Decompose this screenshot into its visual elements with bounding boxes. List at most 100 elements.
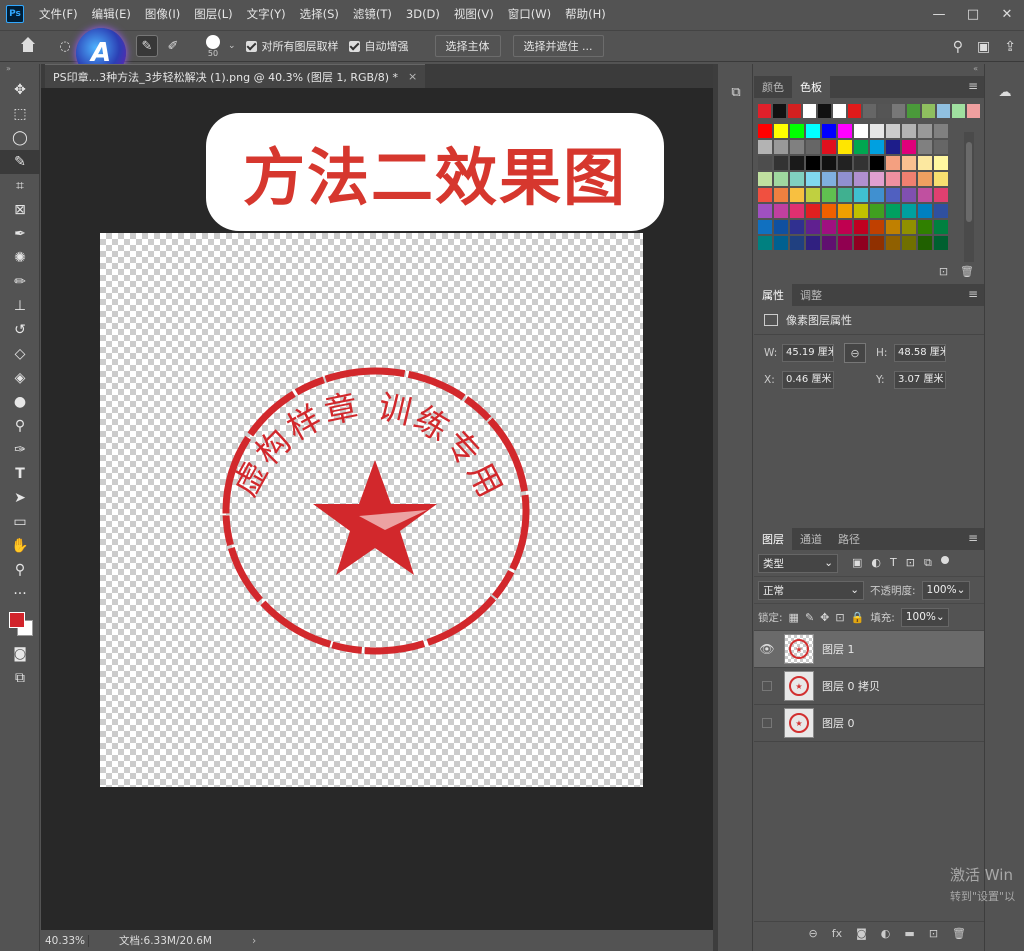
swatch[interactable] bbox=[806, 140, 820, 154]
swatch[interactable] bbox=[758, 156, 772, 170]
swatch[interactable] bbox=[806, 124, 820, 138]
swatch[interactable] bbox=[758, 104, 771, 118]
swatch[interactable] bbox=[934, 172, 948, 186]
visibility-toggle[interactable] bbox=[754, 718, 780, 728]
swatch[interactable] bbox=[862, 104, 876, 118]
swatch[interactable] bbox=[918, 236, 932, 250]
select-subject-button[interactable]: 选择主体 bbox=[434, 35, 501, 57]
swatch[interactable] bbox=[806, 188, 820, 202]
menu-3d[interactable]: 3D(D) bbox=[399, 7, 447, 21]
brush-tool-icon[interactable]: ✏ bbox=[0, 270, 40, 294]
swatch[interactable] bbox=[918, 188, 932, 202]
swatch[interactable] bbox=[854, 124, 868, 138]
new-group-icon[interactable]: ▬ bbox=[904, 927, 914, 940]
swatch[interactable] bbox=[758, 204, 772, 218]
fill-field[interactable]: 100% ⌄ bbox=[900, 607, 949, 627]
chevron-down-icon[interactable]: ⌄ bbox=[228, 41, 236, 51]
swatch[interactable] bbox=[886, 140, 900, 154]
swatch[interactable] bbox=[886, 220, 900, 234]
brush-preset-picker[interactable]: 50 bbox=[198, 32, 228, 60]
swatch[interactable] bbox=[934, 204, 948, 218]
layer-name[interactable]: 图层 0 拷贝 bbox=[822, 678, 880, 694]
trash-icon[interactable]: 🗑 bbox=[960, 265, 974, 278]
color-swatch-pair[interactable] bbox=[0, 606, 40, 642]
new-swatch-icon[interactable]: ⊡ bbox=[939, 265, 948, 278]
menu-type[interactable]: 文字(Y) bbox=[240, 6, 293, 22]
swatch[interactable] bbox=[774, 236, 788, 250]
swatch[interactable] bbox=[854, 156, 868, 170]
swatch[interactable] bbox=[886, 204, 900, 218]
creative-cloud-icon[interactable]: ☁ bbox=[985, 78, 1024, 106]
swatch[interactable] bbox=[817, 104, 831, 118]
swatch[interactable] bbox=[822, 124, 836, 138]
swatch[interactable] bbox=[838, 204, 852, 218]
swatch[interactable] bbox=[918, 204, 932, 218]
lock-pixels-icon[interactable]: ✎ bbox=[805, 611, 814, 624]
swatch[interactable] bbox=[806, 220, 820, 234]
swatch[interactable] bbox=[758, 124, 772, 138]
swatch[interactable] bbox=[838, 188, 852, 202]
link-layers-icon[interactable]: ⊖ bbox=[809, 927, 818, 940]
swatch[interactable] bbox=[822, 156, 836, 170]
swatch[interactable] bbox=[774, 220, 788, 234]
add-mask-icon[interactable]: ◙ bbox=[856, 927, 867, 940]
layer-row[interactable]: ★ 图层 0 bbox=[754, 705, 984, 742]
swatch[interactable] bbox=[934, 140, 948, 154]
swatch[interactable] bbox=[802, 104, 816, 118]
foreground-color[interactable] bbox=[9, 612, 25, 628]
search-icon[interactable]: ⚲ bbox=[953, 39, 963, 55]
quick-select-subtract-icon[interactable]: ✐ bbox=[162, 35, 184, 57]
swatch[interactable] bbox=[902, 236, 916, 250]
swatch[interactable] bbox=[854, 188, 868, 202]
swatch[interactable] bbox=[934, 236, 948, 250]
blend-mode-select[interactable]: 正常 ⌄ bbox=[758, 580, 864, 600]
move-tool-icon[interactable]: ✥ bbox=[0, 78, 40, 102]
marquee-tool-icon[interactable]: ⬚ bbox=[0, 102, 40, 126]
lock-position-icon[interactable]: ✥ bbox=[820, 611, 829, 624]
sample-all-layers-checkbox[interactable]: 对所有图层取样 bbox=[245, 38, 339, 54]
zoom-tool-icon[interactable]: ⚲ bbox=[0, 558, 40, 582]
swatch[interactable] bbox=[838, 172, 852, 186]
trash-icon[interactable]: 🗑 bbox=[952, 927, 966, 940]
swatch[interactable] bbox=[937, 104, 951, 118]
swatch[interactable] bbox=[854, 140, 868, 154]
dodge-tool-icon[interactable]: ⚲ bbox=[0, 414, 40, 438]
swatch[interactable] bbox=[902, 204, 916, 218]
swatch[interactable] bbox=[967, 104, 981, 118]
healing-brush-tool-icon[interactable]: ✺ bbox=[0, 246, 40, 270]
swatch[interactable] bbox=[854, 172, 868, 186]
eye-icon[interactable]: 👁 bbox=[754, 642, 780, 656]
menu-edit[interactable]: 编辑(E) bbox=[85, 6, 138, 22]
hand-tool-icon[interactable]: ✋ bbox=[0, 534, 40, 558]
menu-image[interactable]: 图像(I) bbox=[138, 6, 187, 22]
swatch[interactable] bbox=[806, 204, 820, 218]
swatch[interactable] bbox=[886, 236, 900, 250]
swatch[interactable] bbox=[902, 124, 916, 138]
swatch[interactable] bbox=[832, 104, 846, 118]
type-filter-icon[interactable]: T bbox=[890, 556, 897, 570]
swatches-scrollbar[interactable] bbox=[964, 132, 974, 262]
swatch[interactable] bbox=[952, 104, 966, 118]
swatch[interactable] bbox=[892, 104, 906, 118]
smart-object-filter-icon[interactable]: ⧉ bbox=[924, 556, 932, 570]
swatch[interactable] bbox=[886, 172, 900, 186]
swatch[interactable] bbox=[902, 172, 916, 186]
adjustment-layer-icon[interactable]: ◐ bbox=[881, 927, 891, 940]
paint-bucket-tool-icon[interactable]: ◈ bbox=[0, 366, 40, 390]
swatch[interactable] bbox=[870, 140, 884, 154]
shape-filter-icon[interactable]: ⊡ bbox=[906, 556, 915, 570]
quick-mask-icon[interactable]: ◙ bbox=[0, 642, 40, 666]
swatch[interactable] bbox=[922, 104, 936, 118]
swatch[interactable] bbox=[822, 188, 836, 202]
swatch[interactable] bbox=[790, 124, 804, 138]
swatch[interactable] bbox=[822, 204, 836, 218]
height-field[interactable]: 48.58 厘米 bbox=[894, 344, 946, 362]
swatch[interactable] bbox=[854, 204, 868, 218]
menu-window[interactable]: 窗口(W) bbox=[501, 6, 558, 22]
swatch[interactable] bbox=[758, 236, 772, 250]
menu-filter[interactable]: 滤镜(T) bbox=[346, 6, 399, 22]
x-field[interactable]: 0.46 厘米 bbox=[782, 371, 834, 389]
swatch[interactable] bbox=[902, 220, 916, 234]
link-icon[interactable]: ⊖ bbox=[844, 343, 866, 363]
swatch[interactable] bbox=[870, 204, 884, 218]
